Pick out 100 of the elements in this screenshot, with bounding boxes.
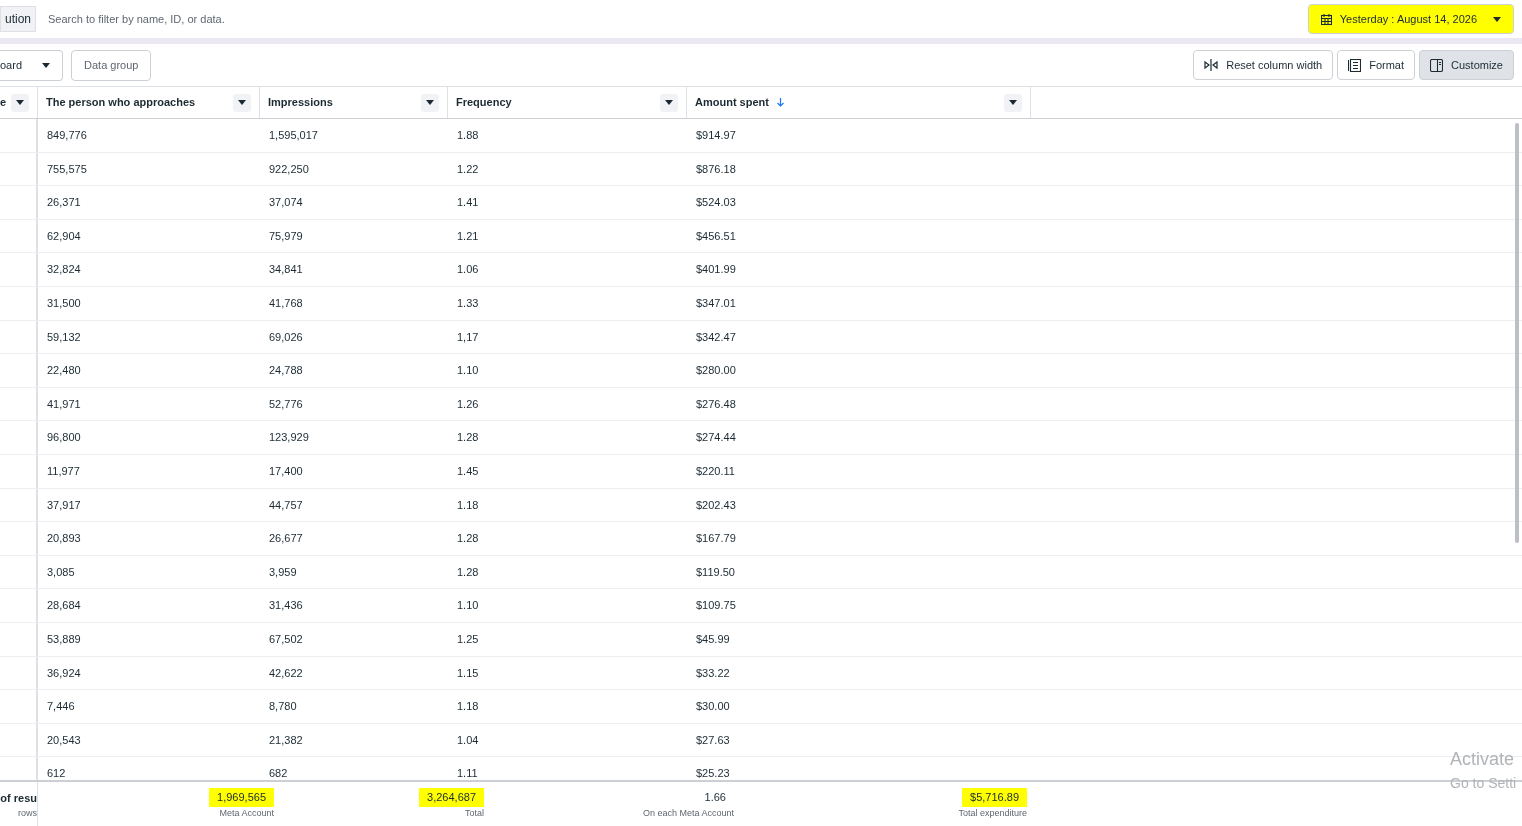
table-cell: 31,436 — [269, 599, 303, 612]
caret-icon — [665, 100, 673, 105]
table-cell: $25.23 — [696, 767, 730, 780]
table-cell: 24,788 — [269, 364, 303, 377]
caret-icon — [16, 100, 24, 105]
caret-icon — [238, 100, 246, 105]
table-cell: $876.18 — [696, 162, 736, 175]
table-cell: $280.00 — [696, 364, 736, 377]
table-cell: 1.88 — [457, 129, 479, 142]
toolbar-button[interactable]: Customize — [1419, 50, 1514, 80]
table-cell: 44,757 — [269, 498, 303, 511]
table-cell: 59,132 — [47, 330, 81, 343]
summary-value: 1.66 — [703, 790, 727, 805]
table-cell: 922,250 — [269, 162, 309, 175]
summary-caption: Meta Account — [219, 806, 274, 820]
table-cell: 1.26 — [457, 397, 479, 410]
resize-icon — [1204, 59, 1219, 71]
summary-caption: rows — [18, 806, 37, 820]
summary-caption: On each Meta Account — [642, 806, 734, 820]
column-menu-button[interactable] — [11, 93, 29, 112]
table-cell: 1.28 — [457, 532, 479, 545]
column-header[interactable]: Amount spent — [687, 87, 1031, 118]
calendar-icon — [1320, 13, 1332, 25]
table-cell: 7,446 — [47, 700, 75, 713]
column-menu-button[interactable] — [421, 93, 439, 112]
table-cell: $456.51 — [696, 229, 736, 242]
table-cell: 62,904 — [47, 229, 81, 242]
table-cell: 53,889 — [47, 632, 81, 645]
toolbar-button[interactable]: Reset column width — [1193, 50, 1334, 80]
column-menu-button[interactable] — [660, 93, 678, 112]
table-cell: 69,026 — [269, 330, 303, 343]
column-header[interactable]: e — [0, 87, 38, 118]
table-cell: 1.18 — [457, 700, 479, 713]
table-cell: 1.10 — [457, 364, 479, 377]
panel-icon — [1430, 58, 1444, 72]
table-cell: $119.50 — [696, 565, 735, 578]
data-group-button[interactable]: Data group — [71, 49, 152, 81]
table-cell: 1.21 — [457, 229, 479, 242]
table-cell: 1.33 — [457, 297, 479, 309]
table-cell: $30.00 — [696, 700, 730, 713]
table-cell: 67,502 — [269, 632, 303, 645]
table-cell: $220.11 — [696, 465, 735, 477]
table-cell: $45.99 — [696, 632, 730, 645]
column-header[interactable]: Impressions — [260, 87, 448, 118]
summary-value: 3,264,687 — [419, 788, 484, 807]
column-header[interactable]: The person who approaches — [38, 87, 260, 118]
table-cell: $27.63 — [696, 733, 730, 746]
search-field[interactable]: Search to filter by name, ID, or data. — [48, 10, 449, 28]
table-cell: 75,979 — [269, 229, 303, 242]
filter-chip[interactable]: ution — [0, 6, 37, 32]
view-dropdown[interactable]: oard — [0, 49, 64, 81]
table-cell: 123,929 — [269, 431, 309, 444]
table-cell: 1.11 — [457, 767, 478, 780]
summary-value: $5,716.89 — [962, 788, 1027, 807]
table-cell: 3,085 — [47, 565, 75, 578]
table-cell: 3,959 — [269, 565, 297, 578]
table-cell: 1.10 — [457, 599, 479, 612]
table-cell: $347.01 — [696, 297, 736, 309]
activation-title: Activate — [1450, 748, 1516, 771]
table-cell: 1.06 — [457, 263, 479, 276]
table-cell: 36,924 — [47, 666, 81, 679]
table-cell: $342.47 — [696, 330, 736, 343]
summary-label: of resu — [0, 791, 37, 806]
date-range-button[interactable]: Yesterday : August 14, 2026 — [1307, 4, 1514, 34]
activation-subtitle: Go to Setti — [1450, 774, 1518, 793]
table-cell: 41,768 — [269, 297, 303, 309]
table-cell: 32,824 — [47, 263, 81, 276]
table-cell: 34,841 — [269, 263, 303, 276]
caret-icon — [42, 62, 51, 68]
caret-icon — [1009, 100, 1017, 105]
table-cell: 52,776 — [269, 397, 303, 410]
table-cell: $401.99 — [696, 263, 736, 276]
table-cell: 37,917 — [47, 498, 81, 511]
column-menu-button[interactable] — [1004, 93, 1022, 112]
table-cell: 8,780 — [269, 700, 297, 713]
scrollbar[interactable] — [1515, 123, 1519, 543]
table-cell: 849,776 — [47, 129, 87, 142]
table-cell: $274.44 — [696, 431, 736, 444]
table-cell: $33.22 — [696, 666, 730, 679]
table-cell: 1,595,017 — [269, 129, 318, 142]
table-cell: 17,400 — [269, 465, 303, 477]
table-cell: 1.22 — [457, 162, 479, 175]
table-cell: 755,575 — [47, 162, 87, 175]
format-icon — [1348, 58, 1362, 72]
table-cell: $167.79 — [696, 532, 736, 545]
table-cell: 96,800 — [47, 431, 81, 444]
table-cell: 1.45 — [457, 465, 479, 477]
table-cell: 612 — [47, 767, 66, 780]
table-cell: 26,371 — [47, 196, 81, 209]
table-cell: 28,684 — [47, 599, 81, 612]
table-cell: 26,677 — [269, 532, 303, 545]
table-cell: $914.97 — [696, 129, 736, 142]
table-cell: 31,500 — [47, 297, 81, 309]
table-cell: 20,893 — [47, 532, 81, 545]
table-cell: $202.43 — [696, 498, 736, 511]
caret-icon — [426, 100, 434, 105]
toolbar-button[interactable]: Format — [1337, 50, 1416, 80]
column-header[interactable]: Frequency — [448, 87, 687, 118]
table-cell: 1,17 — [457, 330, 479, 343]
column-menu-button[interactable] — [233, 93, 251, 112]
